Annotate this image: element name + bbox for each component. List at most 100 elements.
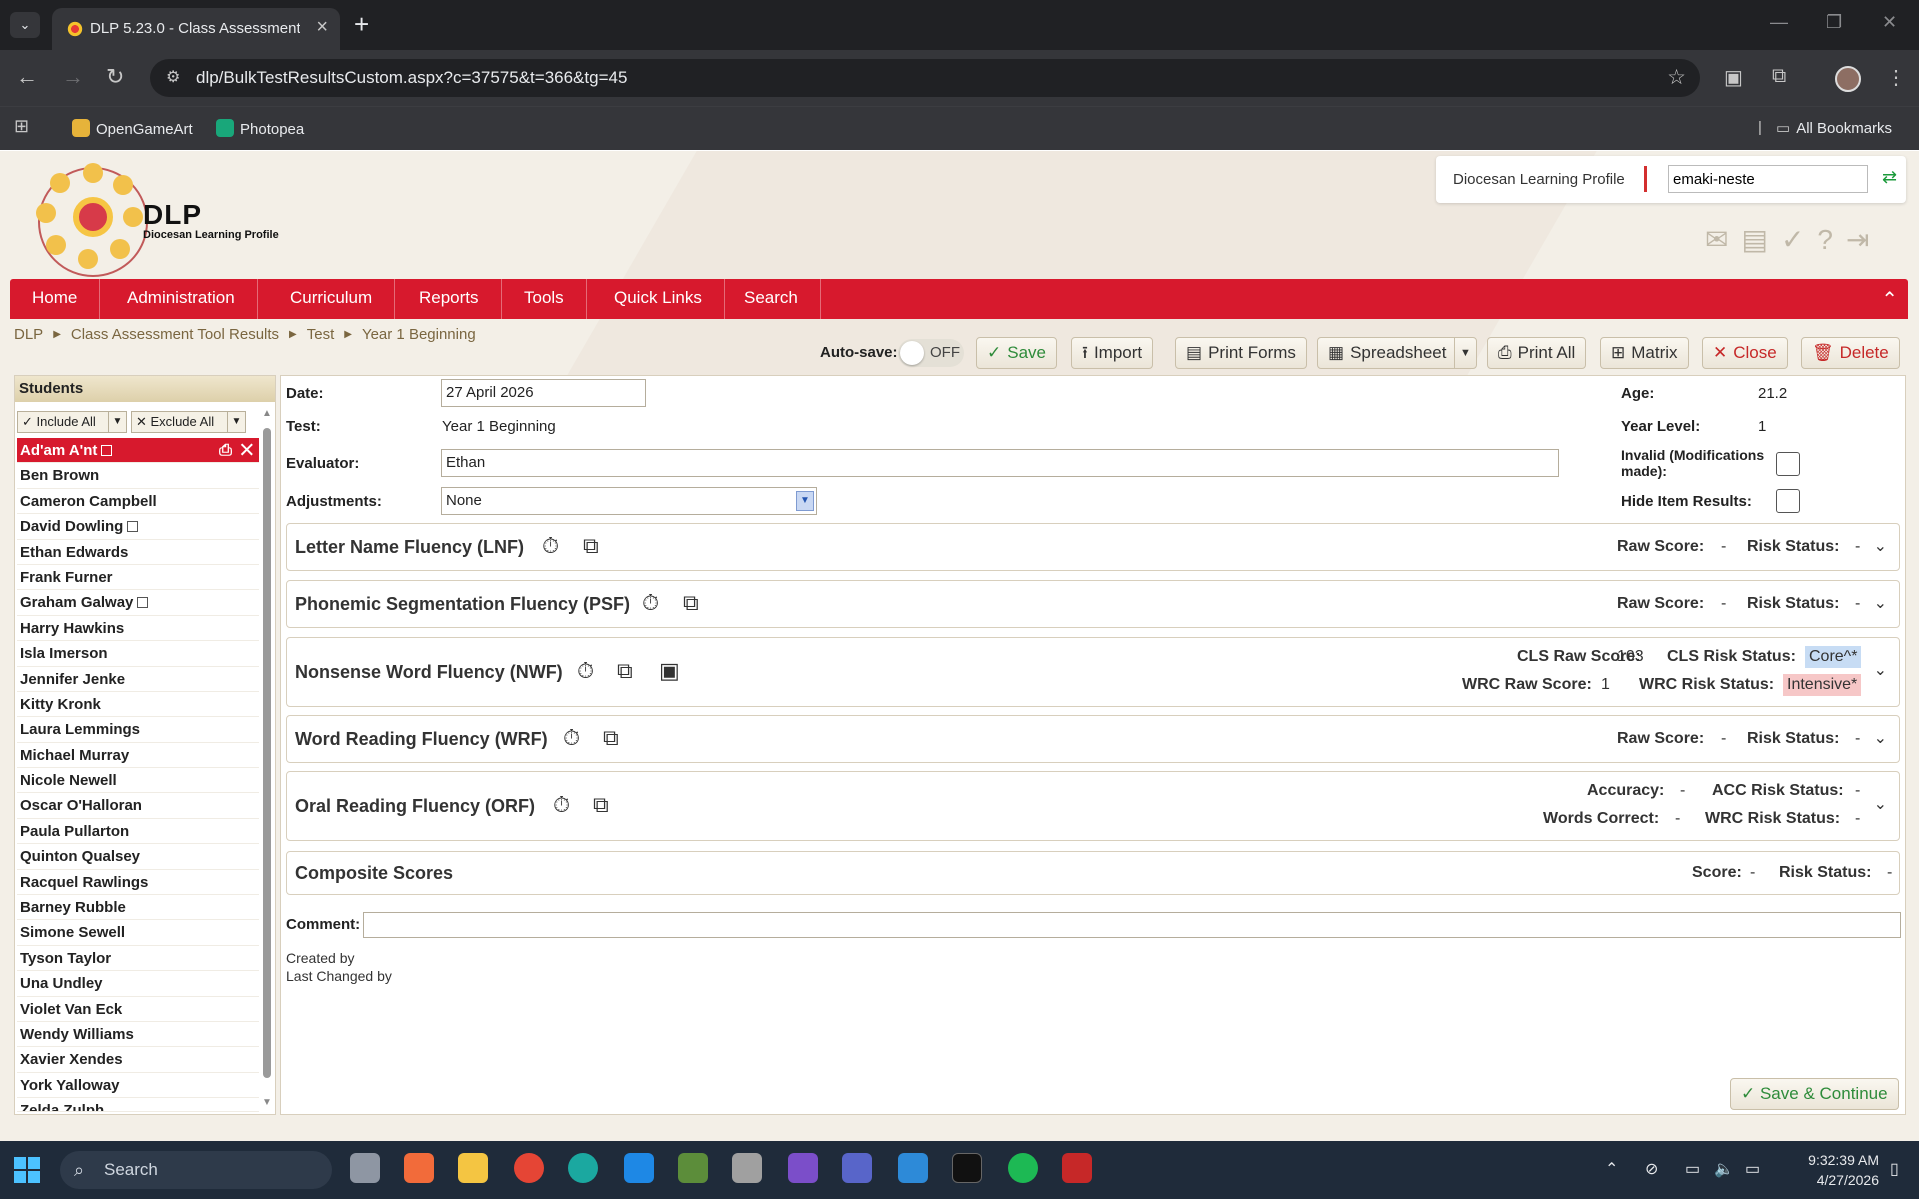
student-row[interactable]: Frank Furner <box>17 565 259 591</box>
help-icon[interactable]: ? <box>1817 224 1846 255</box>
nav-reports[interactable]: Reports <box>397 279 502 319</box>
spotify-icon[interactable] <box>1008 1153 1038 1183</box>
dlp-logo[interactable]: DLP Diocesan Learning Profile <box>28 157 288 277</box>
site-info-icon[interactable]: ⚙ <box>166 59 180 97</box>
nav-tools[interactable]: Tools <box>502 279 587 319</box>
username-field[interactable] <box>1668 165 1868 193</box>
volume-icon[interactable]: 🔈 <box>1714 1159 1734 1179</box>
address-bar[interactable]: ⚙ dlp/BulkTestResultsCustom.aspx?c=37575… <box>150 59 1700 97</box>
copy-icon[interactable]: ⧉ <box>683 590 699 616</box>
spreadsheet-button[interactable]: ▦ Spreadsheet ▼ <box>1317 337 1477 369</box>
student-row[interactable]: Harry Hawkins <box>17 616 259 642</box>
evaluator-field[interactable]: Ethan <box>441 449 1559 477</box>
student-list-scrollbar[interactable]: ▲ ▼ <box>261 408 273 1108</box>
student-row[interactable]: Graham Galway <box>17 590 259 616</box>
all-bookmarks-button[interactable]: ▭ All Bookmarks <box>1776 119 1892 137</box>
breadcrumb-current[interactable]: Year 1 Beginning <box>362 326 476 343</box>
scroll-up-icon[interactable]: ▲ <box>262 408 272 419</box>
extensions-puzzle-icon[interactable]: ⧉ <box>1772 65 1786 88</box>
timer-icon[interactable]: ⏱ <box>563 725 580 751</box>
nav-search[interactable]: Search <box>722 279 821 319</box>
student-row[interactable]: Ben Brown <box>17 463 259 489</box>
student-row[interactable]: Ethan Edwards <box>17 540 259 565</box>
acrobat-icon[interactable] <box>1062 1153 1092 1183</box>
student-row[interactable]: Violet Van Eck <box>17 997 259 1022</box>
exclude-dropdown-icon[interactable]: ▼ <box>227 412 245 432</box>
photos-icon[interactable] <box>898 1153 928 1183</box>
student-row[interactable]: Nicole Newell <box>17 768 259 794</box>
spellcheck-icon[interactable]: ✓ <box>1781 224 1817 255</box>
switch-user-icon[interactable]: ⇄ <box>1882 167 1897 188</box>
battery-icon[interactable]: ▭ <box>1745 1159 1760 1179</box>
nav-curriculum[interactable]: Curriculum <box>268 279 396 319</box>
section-nwf[interactable]: Nonsense Word Fluency (NWF) ⏱ ⧉ ▣ CLS Ra… <box>286 637 1900 707</box>
student-row[interactable]: Paula Pullarton <box>17 819 259 845</box>
taskbar-search[interactable]: ⌕ Search <box>60 1151 332 1189</box>
nav-quick-links[interactable]: Quick Links <box>592 279 725 319</box>
section-lnf[interactable]: Letter Name Fluency (LNF) ⏱ ⧉ Raw Score:… <box>286 523 1900 571</box>
tab-search-button[interactable]: ⌄ <box>10 12 40 38</box>
app-icon-grey[interactable] <box>732 1153 762 1183</box>
student-row[interactable]: Oscar O'Halloran <box>17 793 259 819</box>
timer-icon[interactable]: ⏱ <box>553 792 570 818</box>
terminal-icon[interactable] <box>952 1153 982 1183</box>
student-row[interactable]: David Dowling <box>17 514 259 540</box>
student-row[interactable]: Barney Rubble <box>17 895 259 921</box>
delete-button[interactable]: 🗑 Delete <box>1801 337 1900 369</box>
matrix-button[interactable]: ⊞ Matrix <box>1600 337 1689 369</box>
browser-menu-icon[interactable]: ⋮ <box>1886 65 1906 90</box>
forward-icon[interactable]: → <box>62 64 84 90</box>
student-row-selected[interactable]: Ad'am A'nt ⎙ ✕ <box>17 438 259 464</box>
bookmark-opengameart[interactable]: OpenGameArt <box>72 119 193 138</box>
student-checkbox[interactable] <box>137 597 149 609</box>
section-psf[interactable]: Phonemic Segmentation Fluency (PSF) ⏱ ⧉ … <box>286 580 1900 628</box>
student-row[interactable]: Wendy Williams <box>17 1022 259 1048</box>
student-row[interactable]: Quinton Qualsey <box>17 844 259 870</box>
print-forms-button[interactable]: ▤ Print Forms <box>1175 337 1307 369</box>
teams-icon[interactable] <box>842 1153 872 1183</box>
student-row[interactable]: Racquel Rawlings <box>17 870 259 896</box>
file-explorer-icon[interactable] <box>458 1153 488 1183</box>
tray-overflow-icon[interactable]: ⌃ <box>1605 1159 1618 1179</box>
student-row[interactable]: Zelda Zulph <box>17 1098 259 1113</box>
chrome-icon[interactable] <box>514 1153 544 1183</box>
student-row[interactable]: Laura Lemmings <box>17 717 259 743</box>
student-row[interactable]: Xavier Xendes <box>17 1047 259 1073</box>
student-row[interactable]: Isla Imerson <box>17 641 259 667</box>
section-wrf[interactable]: Word Reading Fluency (WRF) ⏱ ⧉ Raw Score… <box>286 715 1900 763</box>
select-dropdown-icon[interactable]: ▼ <box>796 491 814 511</box>
student-row[interactable]: Michael Murray <box>17 743 259 769</box>
network-icon[interactable]: ▭ <box>1685 1159 1700 1179</box>
notification-icon[interactable]: ▯ <box>1890 1159 1899 1179</box>
print-icon[interactable]: ⎙ <box>219 442 232 459</box>
apps-grid-icon[interactable]: ⊞ <box>14 116 29 137</box>
mail-icon[interactable]: ✉ <box>1705 224 1741 255</box>
copy-icon[interactable]: ⧉ <box>583 533 599 559</box>
student-row[interactable]: Kitty Kronk <box>17 692 259 718</box>
nav-home[interactable]: Home <box>10 279 101 319</box>
save-continue-button[interactable]: ✓ Save & Continue <box>1730 1078 1899 1110</box>
logout-icon[interactable]: ⇥ <box>1846 224 1882 255</box>
student-row[interactable]: Tyson Taylor <box>17 946 259 972</box>
pdf-icon[interactable]: ▣ <box>659 658 680 684</box>
student-row[interactable]: Simone Sewell <box>17 920 259 946</box>
expand-chevron-icon[interactable]: ⌄ <box>1874 536 1887 556</box>
tab-close-icon[interactable]: × <box>316 16 328 39</box>
comment-field[interactable] <box>363 912 1901 938</box>
import-button[interactable]: ⭱ Import <box>1071 337 1154 369</box>
nav-administration[interactable]: Administration <box>105 279 258 319</box>
timer-icon[interactable]: ⏱ <box>642 590 659 616</box>
bookmark-photopea[interactable]: Photopea <box>216 119 304 138</box>
extension-icon[interactable]: ▣ <box>1724 65 1743 90</box>
print-all-button[interactable]: ⎙ Print All <box>1487 337 1587 369</box>
save-button[interactable]: ✓ Save <box>976 337 1057 369</box>
bookmark-star-icon[interactable]: ☆ <box>1667 59 1686 97</box>
browser-tab-active[interactable]: DLP 5.23.0 - Class Assessment T × <box>52 8 340 50</box>
task-view-icon[interactable] <box>350 1153 380 1183</box>
autosave-toggle[interactable]: OFF <box>898 339 964 367</box>
minimize-icon[interactable]: — <box>1770 12 1788 33</box>
app-icon-blue[interactable] <box>624 1153 654 1183</box>
adjustments-select[interactable]: None ▼ <box>441 487 817 515</box>
expand-chevron-icon[interactable]: ⌄ <box>1874 728 1887 748</box>
student-checkbox[interactable] <box>101 445 113 456</box>
